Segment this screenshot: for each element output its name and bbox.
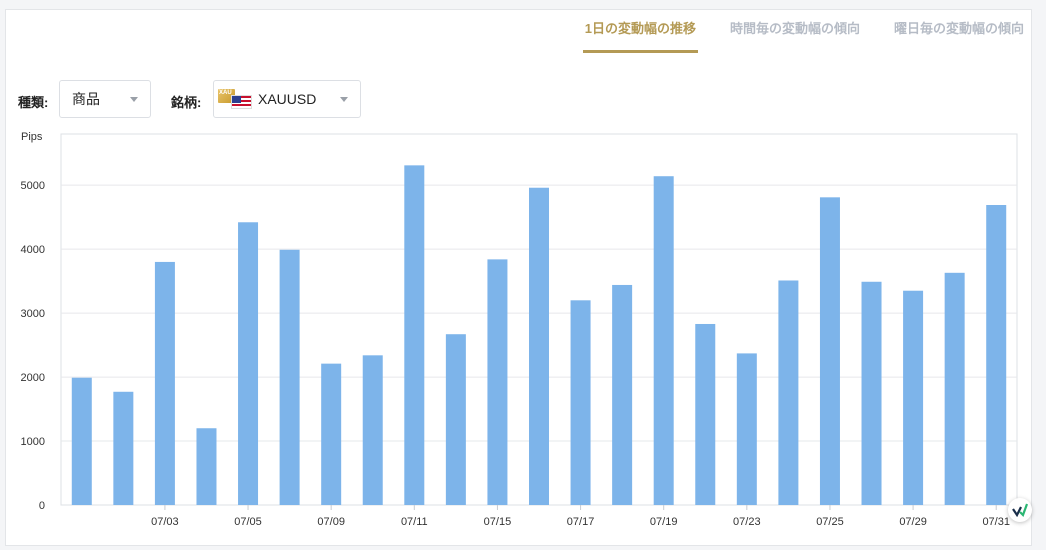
chat-widget-icon[interactable] — [1008, 498, 1032, 522]
bar — [445, 334, 466, 505]
bar — [778, 280, 799, 505]
bar — [612, 284, 633, 505]
bar — [570, 300, 591, 505]
x-tick-label: 07/19 — [650, 516, 678, 528]
bar — [321, 363, 342, 505]
bar — [71, 377, 92, 505]
bar — [154, 261, 175, 505]
x-tick-label: 07/17 — [567, 516, 595, 528]
y-tick-label: 4000 — [21, 244, 45, 256]
bar — [529, 187, 549, 506]
bar — [986, 205, 1007, 506]
bar — [362, 355, 383, 505]
bar — [944, 272, 965, 505]
y-tick-label: 2000 — [21, 372, 45, 384]
bar — [653, 176, 674, 506]
bar — [736, 353, 757, 505]
check-icon — [1012, 503, 1028, 517]
x-tick-label: 07/09 — [317, 516, 345, 528]
bar — [238, 222, 259, 506]
bar-chart: 0 1000 2000 3000 4000 5000 Pips 07/03 07/05 07/09… — [21, 131, 1018, 528]
bar — [695, 323, 716, 505]
bar — [819, 197, 840, 505]
bar — [196, 428, 217, 505]
x-tick-label: 07/23 — [733, 516, 761, 528]
bar — [861, 281, 882, 505]
bar — [903, 290, 924, 505]
y-axis-label: Pips — [21, 131, 43, 143]
x-tick-label: 07/25 — [816, 516, 844, 528]
y-tick-label: 5000 — [21, 180, 45, 192]
bar — [404, 165, 425, 505]
bar — [279, 249, 300, 505]
x-tick-label: 07/03 — [151, 516, 179, 528]
y-tick-label: 0 — [39, 500, 45, 512]
x-tick-label: 07/15 — [484, 516, 512, 528]
x-tick-label: 07/05 — [234, 516, 262, 528]
x-tick-label: 07/31 — [982, 516, 1010, 528]
bar — [113, 391, 134, 505]
x-tick-label: 07/11 — [401, 516, 428, 528]
y-tick-label: 1000 — [21, 436, 45, 448]
y-tick-label: 3000 — [21, 308, 45, 320]
bar — [487, 259, 508, 505]
x-tick-label: 07/29 — [899, 516, 927, 528]
